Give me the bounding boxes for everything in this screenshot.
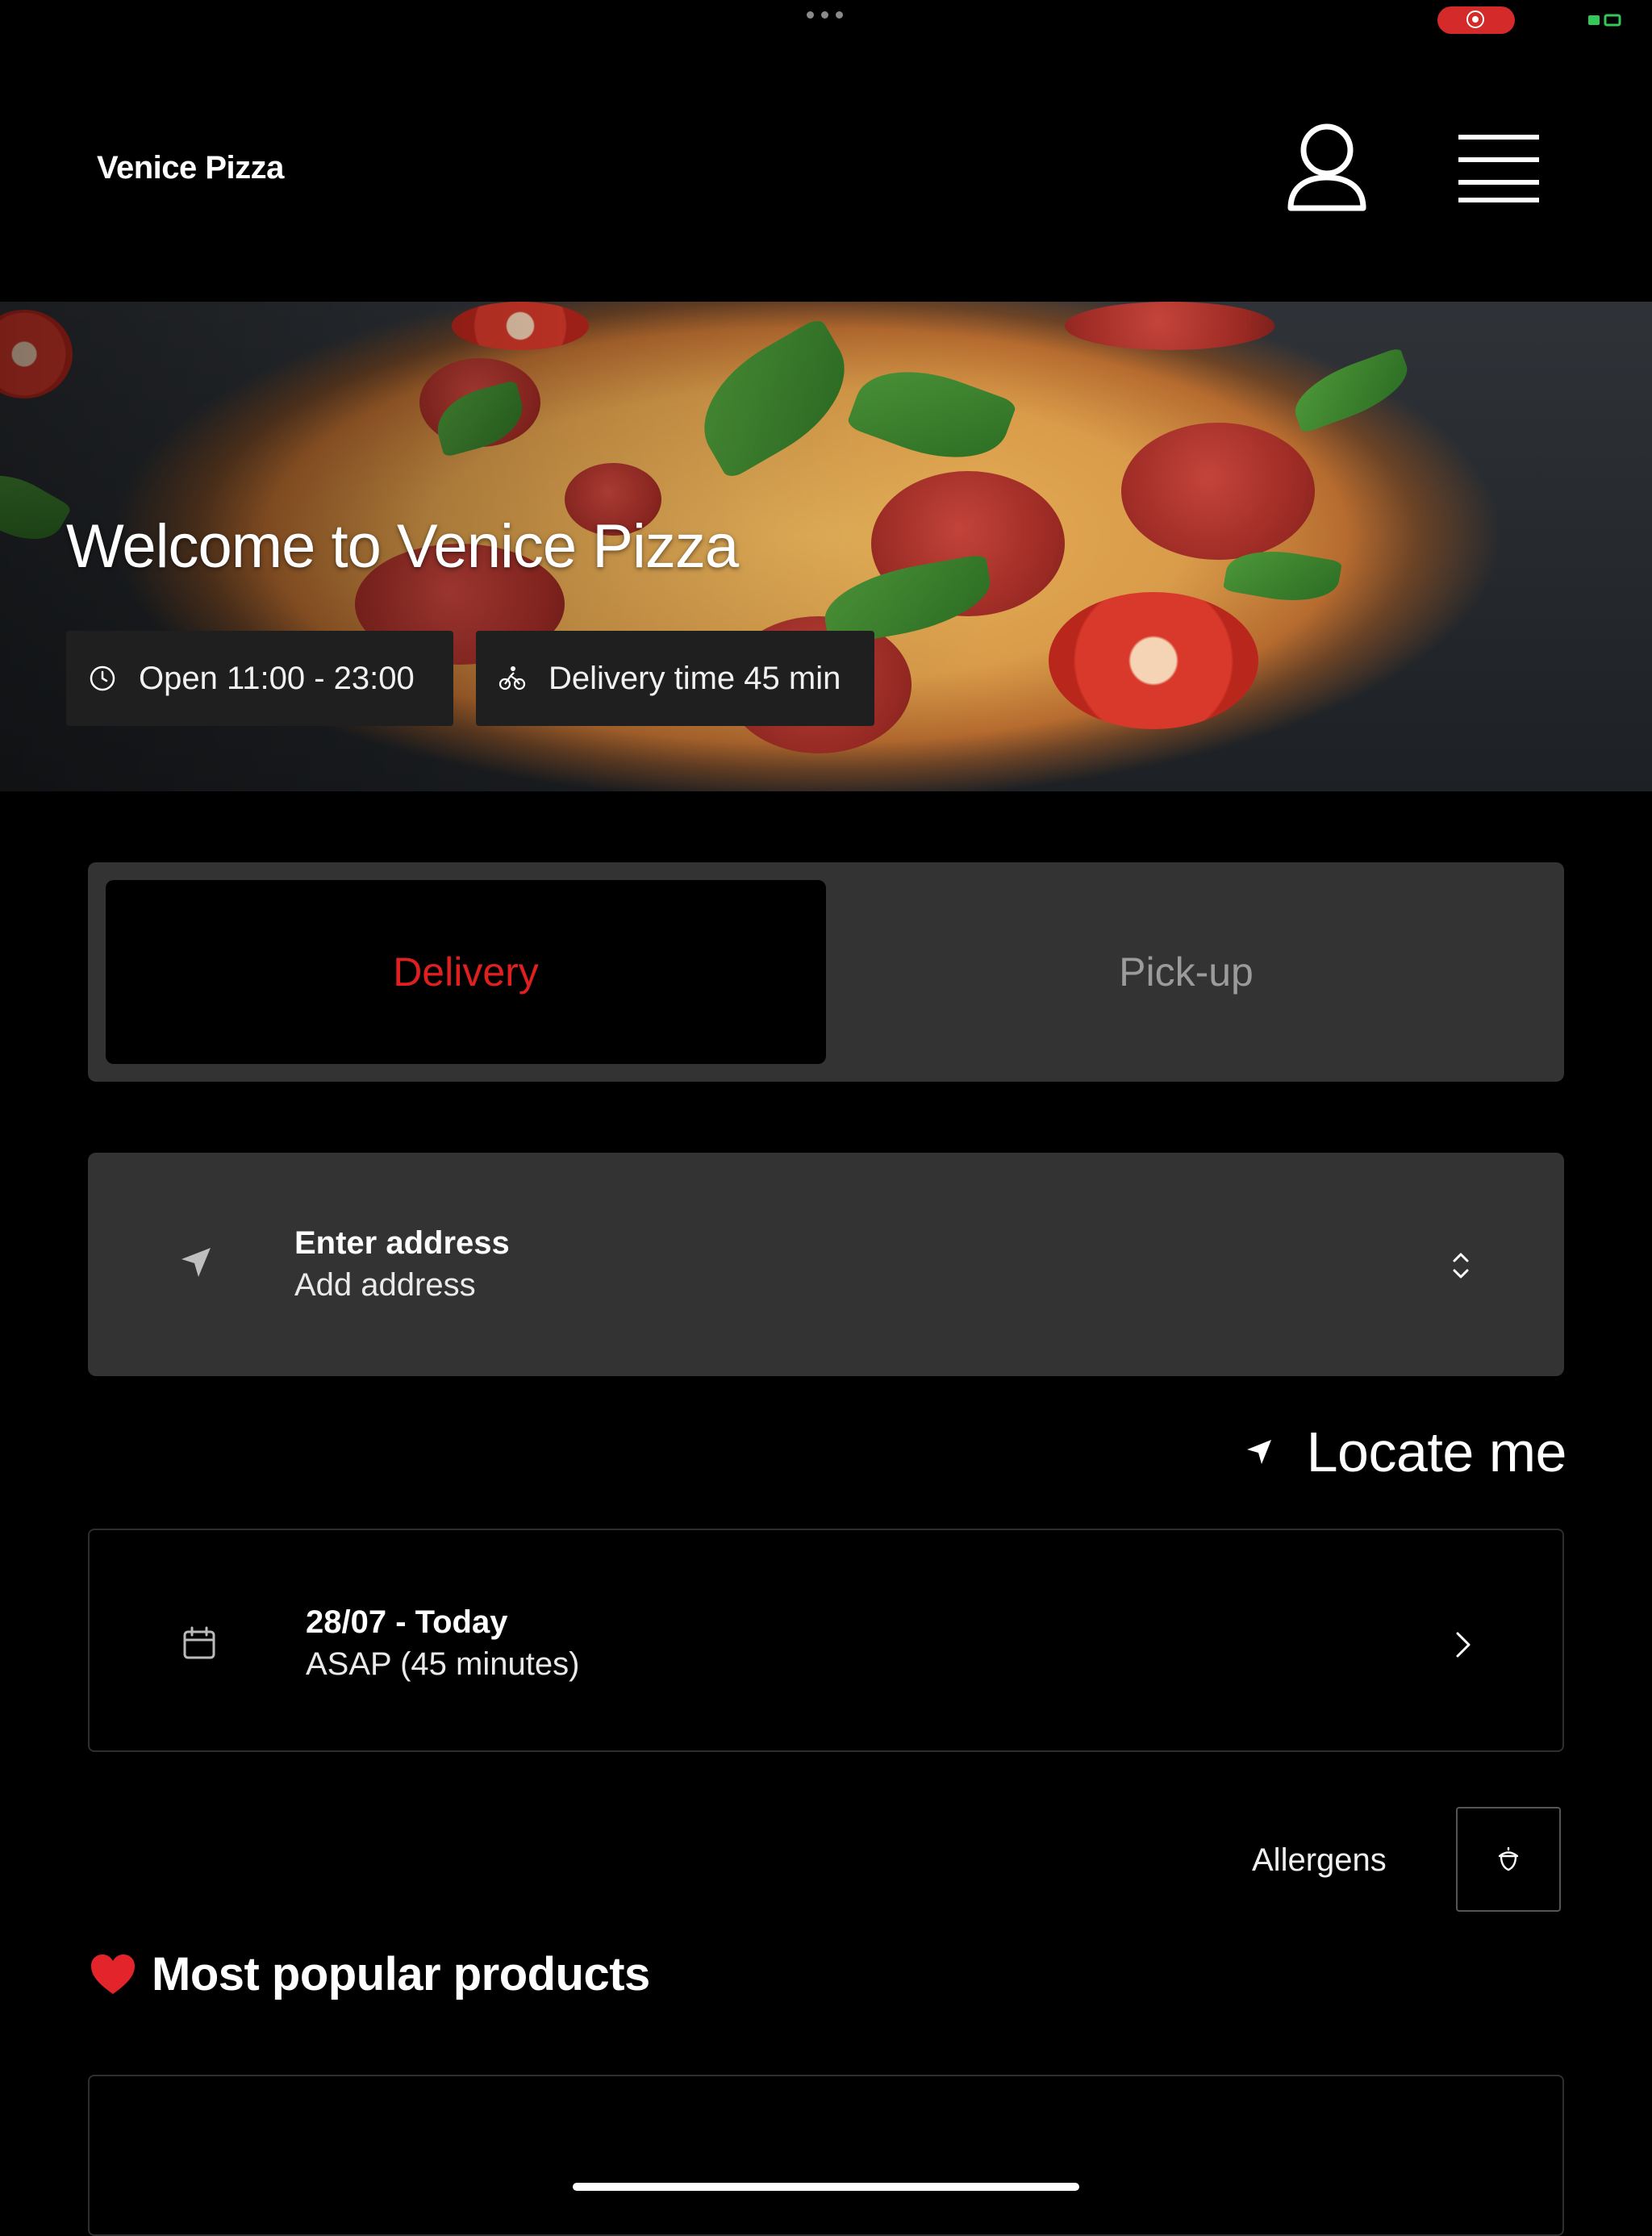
schedule-date: 28/07 - Today [306, 1604, 508, 1640]
order-mode-toggle: Delivery Pick-up [88, 862, 1564, 1082]
clock-icon [90, 665, 115, 691]
screen-recording-indicator[interactable] [1437, 6, 1515, 34]
allergens-button[interactable] [1456, 1807, 1561, 1912]
location-arrow-icon [1246, 1440, 1271, 1464]
person-icon [1287, 123, 1366, 211]
delivery-time-chip: Delivery time 45 min [476, 631, 874, 726]
address-title: Enter address [294, 1225, 510, 1261]
allergens-label: Allergens [1252, 1842, 1387, 1878]
bicycle-icon [499, 666, 526, 690]
chevron-up-down-icon [1453, 1253, 1469, 1279]
heart-icon [91, 1954, 135, 1994]
home-indicator[interactable] [573, 2183, 1079, 2191]
schedule-selector[interactable]: 28/07 - Today ASAP (45 minutes) [88, 1529, 1564, 1752]
pickup-tab[interactable]: Pick-up [826, 880, 1546, 1064]
hamburger-menu-icon [1458, 135, 1539, 202]
multitask-dots-icon[interactable] [807, 11, 843, 19]
status-indicator-icon [1588, 14, 1621, 27]
address-selector[interactable]: Enter address Add address [88, 1153, 1564, 1376]
delivery-tab[interactable]: Delivery [106, 880, 826, 1064]
product-card[interactable] [88, 2075, 1564, 2236]
schedule-time: ASAP (45 minutes) [306, 1646, 580, 1682]
hero-title: Welcome to Venice Pizza [66, 512, 739, 581]
delivery-time-label: Delivery time 45 min [549, 660, 841, 696]
locate-me-button[interactable]: Locate me [1236, 1420, 1567, 1484]
account-button[interactable] [1284, 121, 1370, 218]
menu-button[interactable] [1458, 133, 1542, 207]
navigation-arrow-icon [181, 1248, 211, 1277]
brand-name[interactable]: Venice Pizza [97, 150, 284, 186]
hero-banner: Welcome to Venice Pizza Open 11:00 - 23:… [0, 302, 1652, 791]
calendar-icon [183, 1626, 215, 1659]
most-popular-title: Most popular products [152, 1948, 650, 2000]
address-subtitle: Add address [294, 1267, 476, 1303]
acorn-icon [1498, 1847, 1519, 1871]
chevron-right-icon [1456, 1632, 1471, 1658]
most-popular-heading: Most popular products [89, 1947, 650, 2001]
opening-hours-chip: Open 11:00 - 23:00 [66, 631, 453, 726]
locate-me-label: Locate me [1306, 1420, 1567, 1483]
opening-hours-label: Open 11:00 - 23:00 [139, 660, 415, 696]
